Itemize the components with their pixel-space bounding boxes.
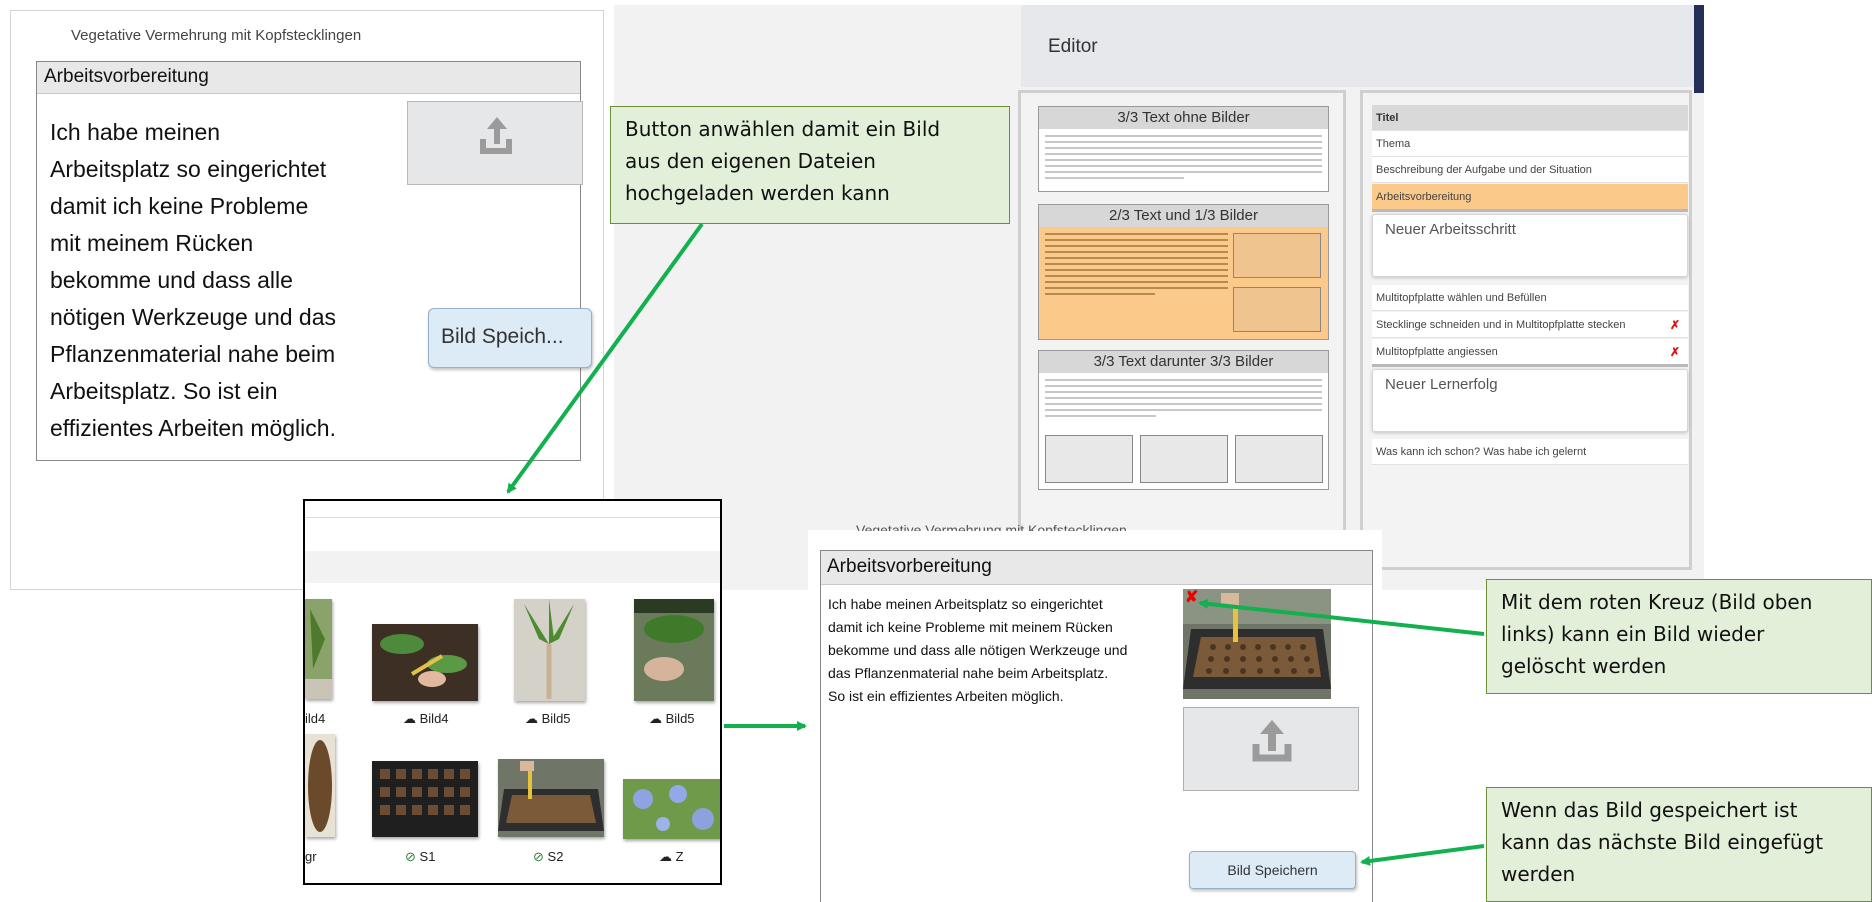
delete-icon[interactable]: ✗ <box>1670 339 1680 365</box>
lorem-lines <box>1045 135 1322 179</box>
picker-divider <box>305 517 720 518</box>
template-text-above-images[interactable]: 3/3 Text darunter 3/3 Bilder <box>1038 350 1329 490</box>
template-title: 2/3 Text und 1/3 Bilder <box>1039 205 1328 227</box>
image-thumbnail[interactable] <box>498 759 604 837</box>
upload-button[interactable] <box>407 101 583 185</box>
image-thumbnail[interactable] <box>514 599 585 701</box>
image-thumbnail[interactable] <box>372 624 478 701</box>
file-caption: ⊘ S2 <box>533 849 564 864</box>
picker-toolbar <box>305 551 720 583</box>
file-caption: ☁ Z <box>659 849 684 864</box>
window-edge <box>1694 5 1704 93</box>
section-box: Arbeitsvorbereitung Ich habe meinen Arbe… <box>36 61 592 461</box>
file-caption: gr <box>305 849 317 864</box>
upload-icon <box>1252 720 1292 762</box>
file-caption: ild4 <box>305 711 326 726</box>
outline-step-label: Stecklinge schneiden und in Multitopfpla… <box>1376 319 1626 331</box>
content-outline: Titel Thema Beschreibung der Aufgabe und… <box>1360 90 1692 570</box>
outline-beschreibung[interactable]: Beschreibung der Aufgabe und der Situati… <box>1372 157 1688 183</box>
section-text: Ich habe meinen Arbeitsplatz so eingeric… <box>828 596 1128 704</box>
image-thumbnail[interactable] <box>305 734 335 837</box>
image-placeholder <box>1233 233 1321 278</box>
template-title: 3/3 Text darunter 3/3 Bilder <box>1039 351 1328 373</box>
outline-arbeitsvorbereitung[interactable]: Arbeitsvorbereitung <box>1372 184 1688 212</box>
new-step-input[interactable]: Neuer Arbeitsschritt <box>1372 214 1688 277</box>
section-box: Arbeitsvorbereitung Ich habe meinen Arbe… <box>820 550 1373 902</box>
cloud-icon: ☁ <box>525 711 538 726</box>
file-caption: ⊘ S1 <box>405 849 436 864</box>
uploaded-photo <box>1183 589 1331 699</box>
image-thumbnail[interactable] <box>634 599 714 701</box>
section-heading: Arbeitsvorbereitung <box>37 62 580 94</box>
section-text: Ich habe meinen Arbeitsplatz so eingeric… <box>50 119 336 441</box>
image-placeholder <box>1140 435 1228 483</box>
image-thumbnail[interactable] <box>372 761 478 837</box>
outline-step-label: Multitopfplatte angiessen <box>1376 346 1498 358</box>
cloud-icon: ☁ <box>403 711 416 726</box>
callout-next-image: Wenn das Bild gespeichert ist kann das n… <box>1486 787 1872 902</box>
outline-titel[interactable]: Titel <box>1372 105 1688 131</box>
lorem-lines <box>1045 379 1322 417</box>
file-caption: ☁ Bild4 <box>403 711 449 726</box>
cloud-icon: ☁ <box>659 849 672 864</box>
upload-icon <box>480 117 512 154</box>
outline-thema[interactable]: Thema <box>1372 131 1688 157</box>
editor-title: Editor <box>1048 36 1098 57</box>
outline-step[interactable]: Stecklinge schneiden und in Multitopfpla… <box>1372 312 1688 338</box>
image-thumbnail[interactable] <box>623 779 722 839</box>
section-heading: Arbeitsvorbereitung <box>821 551 1372 585</box>
page-title: Vegetative Vermehrung mit Kopfstecklinge… <box>856 522 1127 531</box>
editor-header <box>1021 5 1704 87</box>
file-picker: ild4 ☁ Bild4 ☁ Bild5 ☁ Bild5 gr ⊘ S1 ⊘ S… <box>303 499 722 885</box>
image-placeholder <box>1045 435 1133 483</box>
new-learning-input[interactable]: Neuer Lernerfolg <box>1372 369 1688 432</box>
check-circle-icon: ⊘ <box>405 849 416 864</box>
save-image-button[interactable]: Bild Speich... <box>428 308 592 368</box>
template-title: 3/3 Text ohne Bilder <box>1039 107 1328 129</box>
check-circle-icon: ⊘ <box>533 849 544 864</box>
outline-step[interactable]: Multitopfplatte angiessen ✗ <box>1372 339 1688 367</box>
delete-image-icon[interactable]: ✘ <box>1185 587 1198 607</box>
outline-step[interactable]: Multitopfplatte wählen und Befüllen <box>1372 285 1688 311</box>
delete-icon[interactable]: ✗ <box>1670 312 1680 338</box>
callout-upload: Button anwählen damit ein Bild aus den e… <box>610 106 1010 224</box>
file-caption: ☁ Bild5 <box>649 711 695 726</box>
template-list: 3/3 Text ohne Bilder 2/3 Text und 1/3 Bi… <box>1018 90 1346 535</box>
page-title: Vegetative Vermehrung mit Kopfstecklinge… <box>71 27 362 44</box>
image-placeholder <box>1233 287 1321 332</box>
callout-delete: Mit dem roten Kreuz (Bild oben links) ka… <box>1486 579 1872 694</box>
cloud-icon: ☁ <box>649 711 662 726</box>
outline-reflexion[interactable]: Was kann ich schon? Was habe ich gelernt <box>1372 439 1688 465</box>
image-thumbnail[interactable] <box>305 599 332 699</box>
template-text-only[interactable]: 3/3 Text ohne Bilder <box>1038 106 1329 192</box>
file-caption: ☁ Bild5 <box>525 711 571 726</box>
lorem-lines <box>1045 233 1228 295</box>
image-placeholder <box>1235 435 1323 483</box>
save-image-button[interactable]: Bild Speichern <box>1189 851 1356 889</box>
template-text-and-images[interactable]: 2/3 Text und 1/3 Bilder <box>1038 204 1329 340</box>
upload-button[interactable] <box>1183 707 1359 791</box>
